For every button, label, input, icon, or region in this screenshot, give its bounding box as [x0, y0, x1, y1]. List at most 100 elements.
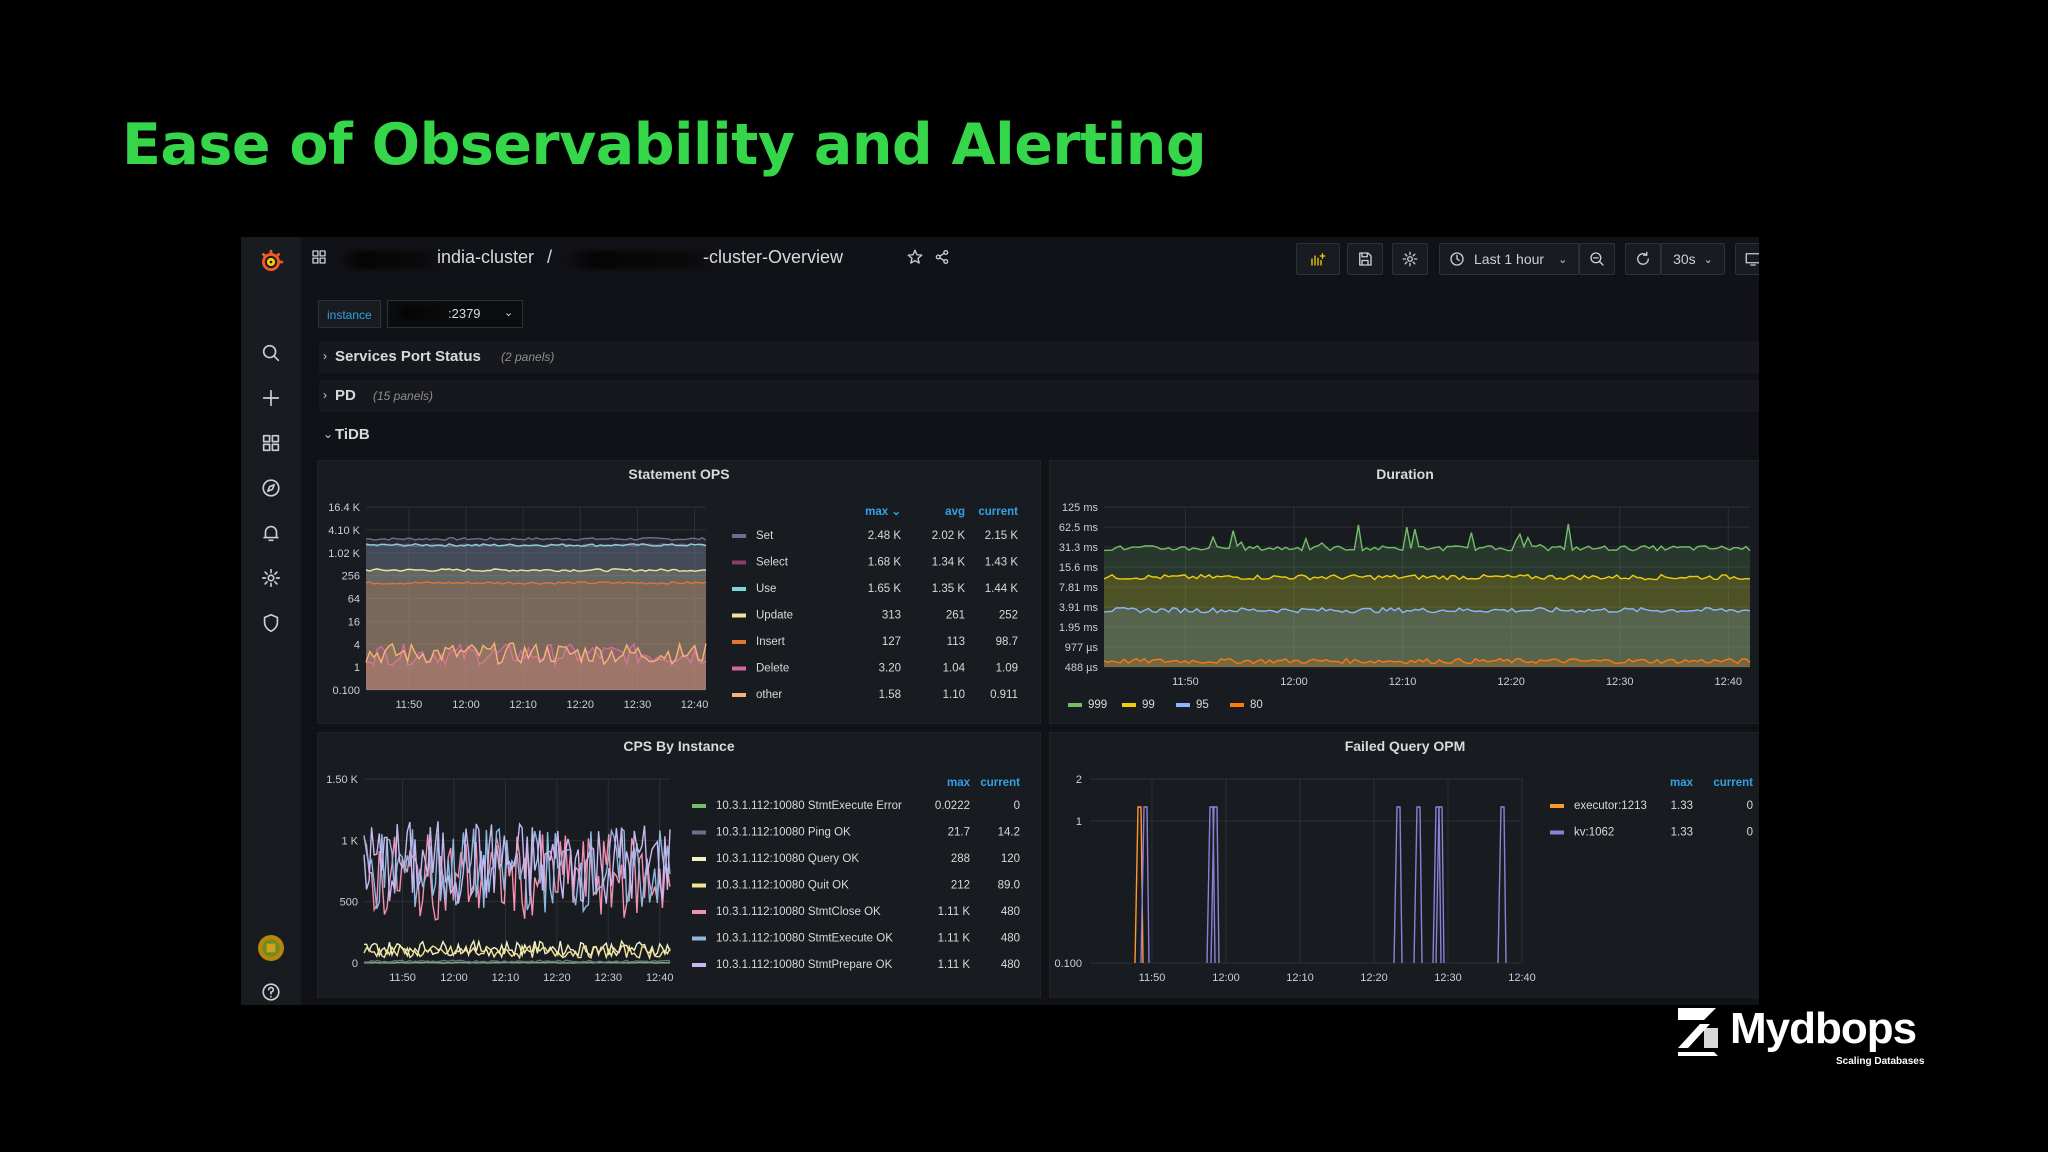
grafana-screenshot: india-cluster / -cluster-Overview Last 1… — [241, 237, 1759, 1005]
legend-value-avg: 1.10 — [943, 689, 965, 701]
alerting-bell-icon[interactable] — [256, 518, 286, 548]
explore-compass-icon[interactable] — [256, 473, 286, 503]
legend-series-name: other — [756, 689, 782, 701]
legend-value-max: 1.33 — [1671, 827, 1693, 839]
share-icon[interactable] — [931, 246, 953, 268]
failed-query-opm-chart: 2 1 0.100 11:50 12:00 12:10 12:20 12:30 12:40 max… — [1054, 774, 1753, 984]
breadcrumb-folder[interactable]: india-cluster — [437, 247, 534, 268]
row-title: PD — [335, 387, 356, 404]
zoom-out-button[interactable] — [1579, 243, 1615, 275]
legend-swatch — [1550, 830, 1564, 835]
y-tick-label: 488 µs — [1065, 662, 1099, 674]
x-tick-label: 12:40 — [1715, 676, 1743, 688]
panel-statement-ops: Statement OPS 16.4 K 4.10 K 1.02 K 256 64 16 4… — [317, 460, 1041, 724]
legend-series-name: Select — [756, 557, 789, 569]
side-menu — [241, 237, 301, 1005]
panel-cps-by-instance: CPS By Instance 1.50 K1 K 500 0 11:50 12:00 1… — [317, 732, 1041, 998]
instance-variable-select[interactable]: :2379 ⌄ — [387, 300, 523, 328]
legend-value-current: 0 — [1014, 800, 1020, 812]
variable-label: instance — [318, 300, 381, 328]
x-tick-label: 12:40 — [681, 699, 709, 711]
user-avatar[interactable] — [256, 933, 286, 963]
legend-value-max: 313 — [882, 610, 901, 622]
variable-value: :2379 — [448, 306, 481, 321]
star-icon[interactable] — [904, 246, 926, 268]
legend-value-current: 98.7 — [996, 636, 1018, 648]
y-tick-label: 500 — [340, 897, 358, 909]
chevron-down-icon: ⌄ — [1703, 253, 1713, 266]
x-tick-label: 12:00 — [1212, 972, 1240, 984]
legend-value-current: 2.15 K — [985, 530, 1019, 542]
y-tick-label: 16 — [348, 616, 360, 628]
legend-value-max: 1.58 — [879, 689, 901, 701]
redacted-text — [339, 251, 439, 269]
legend-value-max: 1.33 — [1671, 800, 1693, 812]
legend-swatch — [1550, 804, 1564, 808]
breadcrumb-separator: / — [547, 247, 553, 267]
clock-icon — [1450, 252, 1464, 266]
y-tick-label: 0.100 — [1054, 958, 1082, 970]
legend-header-max: max — [947, 777, 971, 789]
refresh-interval-picker[interactable]: 30s ⌄ — [1661, 243, 1725, 275]
row-pd[interactable]: › PD (15 panels) — [319, 380, 1759, 412]
legend-series-name: 10.3.1.112:10080 StmtExecute Error — [716, 800, 902, 812]
add-panel-button[interactable] — [1296, 243, 1340, 275]
y-tick-label: 64 — [348, 594, 360, 606]
x-tick-label: 12:20 — [543, 972, 571, 984]
search-icon[interactable] — [256, 338, 286, 368]
grafana-logo-icon[interactable] — [256, 247, 286, 277]
spike-5 — [1393, 806, 1403, 964]
legend-value-max: 21.7 — [948, 827, 970, 839]
legend-value-max: 1.68 K — [868, 557, 902, 569]
slide-title: Ease of Observability and Alerting — [122, 112, 1207, 178]
refresh-button[interactable] — [1625, 243, 1661, 275]
legend-value-max: 3.20 — [879, 663, 901, 675]
legend-series-name: 10.3.1.112:10080 Ping OK — [716, 827, 851, 839]
legend-value-current: 480 — [1001, 933, 1020, 945]
y-tick-label: 16.4 K — [328, 502, 360, 514]
legend-value-max: 1.11 K — [938, 933, 971, 945]
time-range-picker[interactable]: Last 1 hour ⌄ — [1439, 243, 1579, 275]
redacted-text — [394, 306, 450, 320]
plus-icon[interactable] — [256, 383, 286, 413]
legend-value-avg: 1.35 K — [932, 583, 966, 595]
panel-duration: Duration 125 ms 62.5 ms 31.3 ms 15.6 ms 7.81… — [1049, 460, 1759, 724]
y-tick-label: 62.5 ms — [1059, 522, 1099, 534]
duration-chart: 125 ms 62.5 ms 31.3 ms 15.6 ms 7.81 ms 3.91 m… — [1059, 502, 1751, 711]
legend-swatch — [732, 560, 746, 565]
legend-swatch — [1176, 703, 1190, 707]
legend-swatch — [732, 666, 746, 671]
legend-swatch — [732, 534, 746, 538]
row-title: TiDB — [335, 426, 370, 443]
legend-value-current: 480 — [1001, 906, 1020, 918]
dashboards-icon[interactable] — [256, 428, 286, 458]
refresh-interval-label: 30s — [1673, 251, 1696, 267]
legend-swatch — [692, 910, 706, 914]
legend-series-name: 95 — [1196, 699, 1209, 711]
brand-tagline: Scaling Databases — [1836, 1056, 1925, 1067]
x-tick-label: 11:50 — [395, 699, 422, 711]
dashboard-settings-button[interactable] — [1392, 243, 1428, 275]
breadcrumb-dashboard-title[interactable]: -cluster-Overview — [703, 247, 843, 268]
legend-value-current: 120 — [1001, 853, 1020, 865]
help-icon[interactable] — [256, 977, 286, 1005]
save-dashboard-button[interactable] — [1347, 243, 1383, 275]
legend-header-current: current — [1713, 777, 1753, 789]
legend-swatch — [1122, 703, 1136, 707]
x-tick-label: 11:50 — [389, 972, 416, 984]
x-tick-label: 12:30 — [1606, 676, 1634, 688]
legend-swatch — [692, 804, 706, 808]
legend-series-name: 999 — [1088, 699, 1107, 711]
legend-series-name: Insert — [756, 636, 786, 648]
legend-series-name: 10.3.1.112:10080 Query OK — [716, 853, 859, 865]
shield-icon[interactable] — [256, 608, 286, 638]
redacted-text — [563, 251, 715, 269]
chevron-down-icon: ⌄ — [1558, 253, 1568, 266]
tv-mode-button[interactable] — [1735, 243, 1759, 275]
row-services-port-status[interactable]: › Services Port Status (2 panels) — [319, 341, 1759, 373]
row-tidb[interactable]: ⌄ TiDB — [319, 419, 1759, 451]
legend-value-current: 14.2 — [998, 827, 1020, 839]
legend-swatch — [1230, 703, 1244, 707]
legend-value-current: 0 — [1747, 800, 1753, 812]
settings-gear-icon[interactable] — [256, 563, 286, 593]
